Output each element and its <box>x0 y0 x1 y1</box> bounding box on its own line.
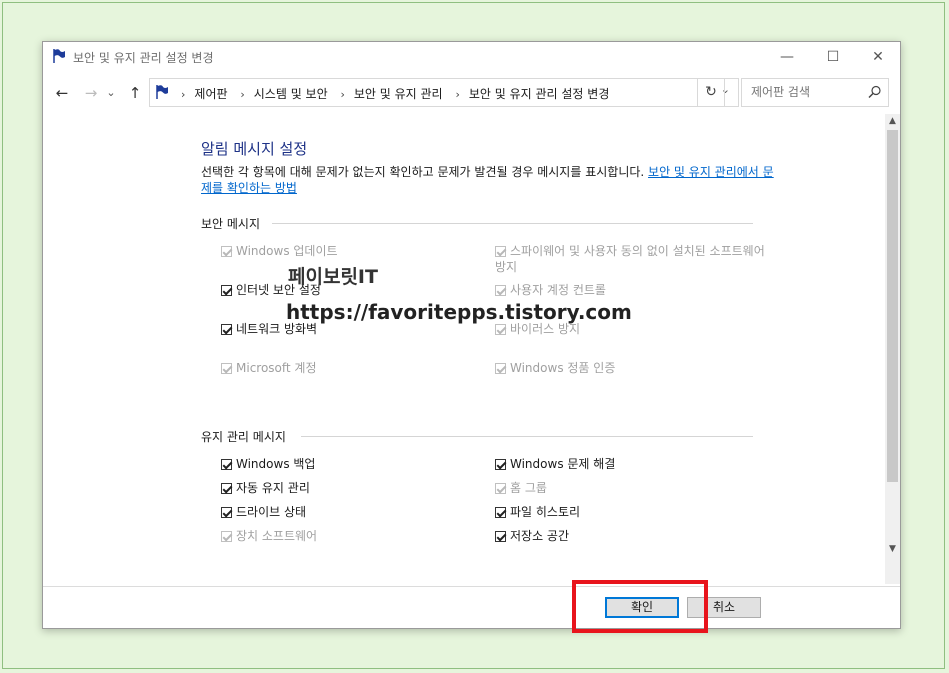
checkbox-check-icon[interactable] <box>495 363 506 374</box>
checkbox-label: 네트워크 방화벽 <box>236 322 318 336</box>
breadcrumb-item[interactable]: 보안 및 유지 관리 설정 변경 <box>469 87 610 101</box>
checkbox-microsoft-account[interactable]: Microsoft 계정 <box>221 360 317 376</box>
refresh-icon[interactable]: ↻ <box>697 78 725 107</box>
checkbox-label: 홈 그룹 <box>510 481 547 495</box>
checkbox-label: 저장소 공간 <box>510 529 570 543</box>
checkbox-device-software[interactable]: 장치 소프트웨어 <box>221 528 317 544</box>
checkbox-check-icon[interactable] <box>221 507 232 518</box>
checkbox-label: 바이러스 방지 <box>510 322 581 336</box>
checkbox-check-icon[interactable] <box>221 363 232 374</box>
checkbox-check-icon[interactable] <box>221 531 232 542</box>
checkbox-homegroup[interactable]: 홈 그룹 <box>495 480 547 496</box>
up-arrow-icon[interactable]: ↑ <box>125 83 145 103</box>
search-input[interactable] <box>751 85 861 99</box>
checkbox-windows-backup[interactable]: Windows 백업 <box>221 456 315 472</box>
checkbox-label: 장치 소프트웨어 <box>236 529 318 543</box>
checkbox-file-history[interactable]: 파일 히스토리 <box>495 504 580 520</box>
checkbox-label: 사용자 계정 컨트롤 <box>510 283 606 297</box>
scroll-up-icon[interactable]: ▲ <box>885 114 900 129</box>
checkbox-windows-activation[interactable]: Windows 정품 인증 <box>495 360 615 376</box>
checkbox-label: 자동 유지 관리 <box>236 481 310 495</box>
description: 선택한 각 항목에 대해 문제가 없는지 확인하고 문제가 발견될 경우 메시지… <box>201 164 781 196</box>
checkbox-check-icon[interactable] <box>221 459 232 470</box>
checkbox-label: 드라이브 상태 <box>236 505 307 519</box>
checkbox-check-icon[interactable] <box>495 483 506 494</box>
checkbox-check-icon[interactable] <box>221 483 232 494</box>
search-icon[interactable] <box>868 85 882 99</box>
checkbox-label: Windows 백업 <box>236 457 316 471</box>
breadcrumb-item[interactable]: 보안 및 유지 관리 <box>354 87 443 101</box>
content-pane: 알림 메시지 설정 선택한 각 항목에 대해 문제가 없는지 확인하고 문제가 … <box>43 114 885 584</box>
footer-divider <box>43 586 900 587</box>
scroll-down-icon[interactable]: ▼ <box>885 542 900 557</box>
checkbox-windows-troubleshooting[interactable]: Windows 문제 해결 <box>495 456 615 472</box>
breadcrumb-separator: › <box>181 88 186 101</box>
close-button[interactable]: ✕ <box>855 42 901 72</box>
breadcrumb-separator[interactable]: › <box>455 88 459 101</box>
page-heading: 알림 메시지 설정 <box>201 140 308 158</box>
address-box[interactable]: › 제어판 › 시스템 및 보안 › 보안 및 유지 관리 › 보안 및 유지 관리 설… <box>149 78 739 107</box>
checkbox-label: Windows 정품 인증 <box>510 361 616 375</box>
checkbox-label: Microsoft 계정 <box>236 361 317 375</box>
flag-icon <box>156 85 168 99</box>
section-divider <box>272 223 753 224</box>
checkbox-drive-status[interactable]: 드라이브 상태 <box>221 504 306 520</box>
section-divider <box>301 436 753 437</box>
vertical-scrollbar[interactable]: ▲ ▼ <box>885 114 900 584</box>
checkbox-check-icon[interactable] <box>495 507 506 518</box>
checkbox-label: 파일 히스토리 <box>510 505 581 519</box>
checkbox-label: Windows 문제 해결 <box>510 457 616 471</box>
checkbox-check-icon[interactable] <box>495 246 506 257</box>
settings-window: 보안 및 유지 관리 설정 변경 — ☐ ✕ ← → ⌄ ↑ › 제어판 › 시스템… <box>42 41 901 629</box>
checkbox-check-icon[interactable] <box>221 246 232 257</box>
recent-locations-chevron-icon[interactable]: ⌄ <box>105 83 117 103</box>
watermark-url: https://favoritepps.tistory.com <box>286 300 632 324</box>
checkbox-spyware-protection[interactable]: 스파이웨어 및 사용자 동의 없이 설치된 소프트웨어 방지 <box>495 243 765 275</box>
checkbox-check-icon[interactable] <box>495 324 506 335</box>
security-section-label: 보안 메시지 <box>201 217 261 231</box>
scroll-thumb[interactable] <box>887 130 898 482</box>
forward-arrow-icon[interactable]: → <box>81 83 101 103</box>
checkbox-check-icon[interactable] <box>495 531 506 542</box>
title-bar: 보안 및 유지 관리 설정 변경 — ☐ ✕ <box>43 42 900 72</box>
checkbox-check-icon[interactable] <box>221 285 232 296</box>
checkbox-storage-spaces[interactable]: 저장소 공간 <box>495 528 569 544</box>
window-title: 보안 및 유지 관리 설정 변경 <box>73 51 214 65</box>
breadcrumb-item[interactable]: 제어판 <box>194 87 227 101</box>
checkbox-windows-update[interactable]: Windows 업데이트 <box>221 243 338 259</box>
address-bar-row: ← → ⌄ ↑ › 제어판 › 시스템 및 보안 › 보안 및 유지 관리 › 보안 및… <box>43 75 900 109</box>
maintenance-section-label: 유지 관리 메시지 <box>201 430 286 444</box>
checkbox-check-icon[interactable] <box>495 459 506 470</box>
watermark-name: 페이보릿IT <box>288 266 378 288</box>
back-arrow-icon[interactable]: ← <box>52 83 72 103</box>
maximize-button[interactable]: ☐ <box>810 42 856 72</box>
checkbox-check-icon[interactable] <box>495 285 506 296</box>
breadcrumb-separator[interactable]: › <box>340 88 344 101</box>
checkbox-check-icon[interactable] <box>221 324 232 335</box>
breadcrumb-item[interactable]: 시스템 및 보안 <box>254 87 328 101</box>
checkbox-user-account-control[interactable]: 사용자 계정 컨트롤 <box>495 282 606 298</box>
flag-icon <box>53 49 65 63</box>
breadcrumb: › 제어판 › 시스템 및 보안 › 보안 및 유지 관리 › 보안 및 유지 관리 설… <box>172 85 609 102</box>
search-box[interactable] <box>741 78 889 107</box>
highlight-annotation <box>572 580 708 633</box>
breadcrumb-separator[interactable]: › <box>240 88 244 101</box>
checkbox-automatic-maintenance[interactable]: 자동 유지 관리 <box>221 480 310 496</box>
checkbox-label: 스파이웨어 및 사용자 동의 없이 설치된 소프트웨어 방지 <box>495 244 765 274</box>
checkbox-label: Windows 업데이트 <box>236 244 338 258</box>
minimize-button[interactable]: — <box>764 42 810 72</box>
description-text: 선택한 각 항목에 대해 문제가 없는지 확인하고 문제가 발견될 경우 메시지… <box>201 165 649 179</box>
